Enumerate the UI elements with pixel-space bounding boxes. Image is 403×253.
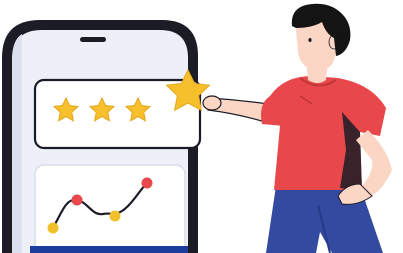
chart-point: [71, 194, 83, 206]
chart-point: [141, 177, 153, 189]
chart-point: [47, 222, 59, 234]
rating-illustration: [2, 3, 392, 253]
accent-bar: [30, 246, 188, 253]
chart-card: [30, 164, 188, 253]
speaker-slot: [80, 37, 106, 42]
person-icon: [202, 3, 392, 253]
chart-point: [109, 210, 121, 222]
